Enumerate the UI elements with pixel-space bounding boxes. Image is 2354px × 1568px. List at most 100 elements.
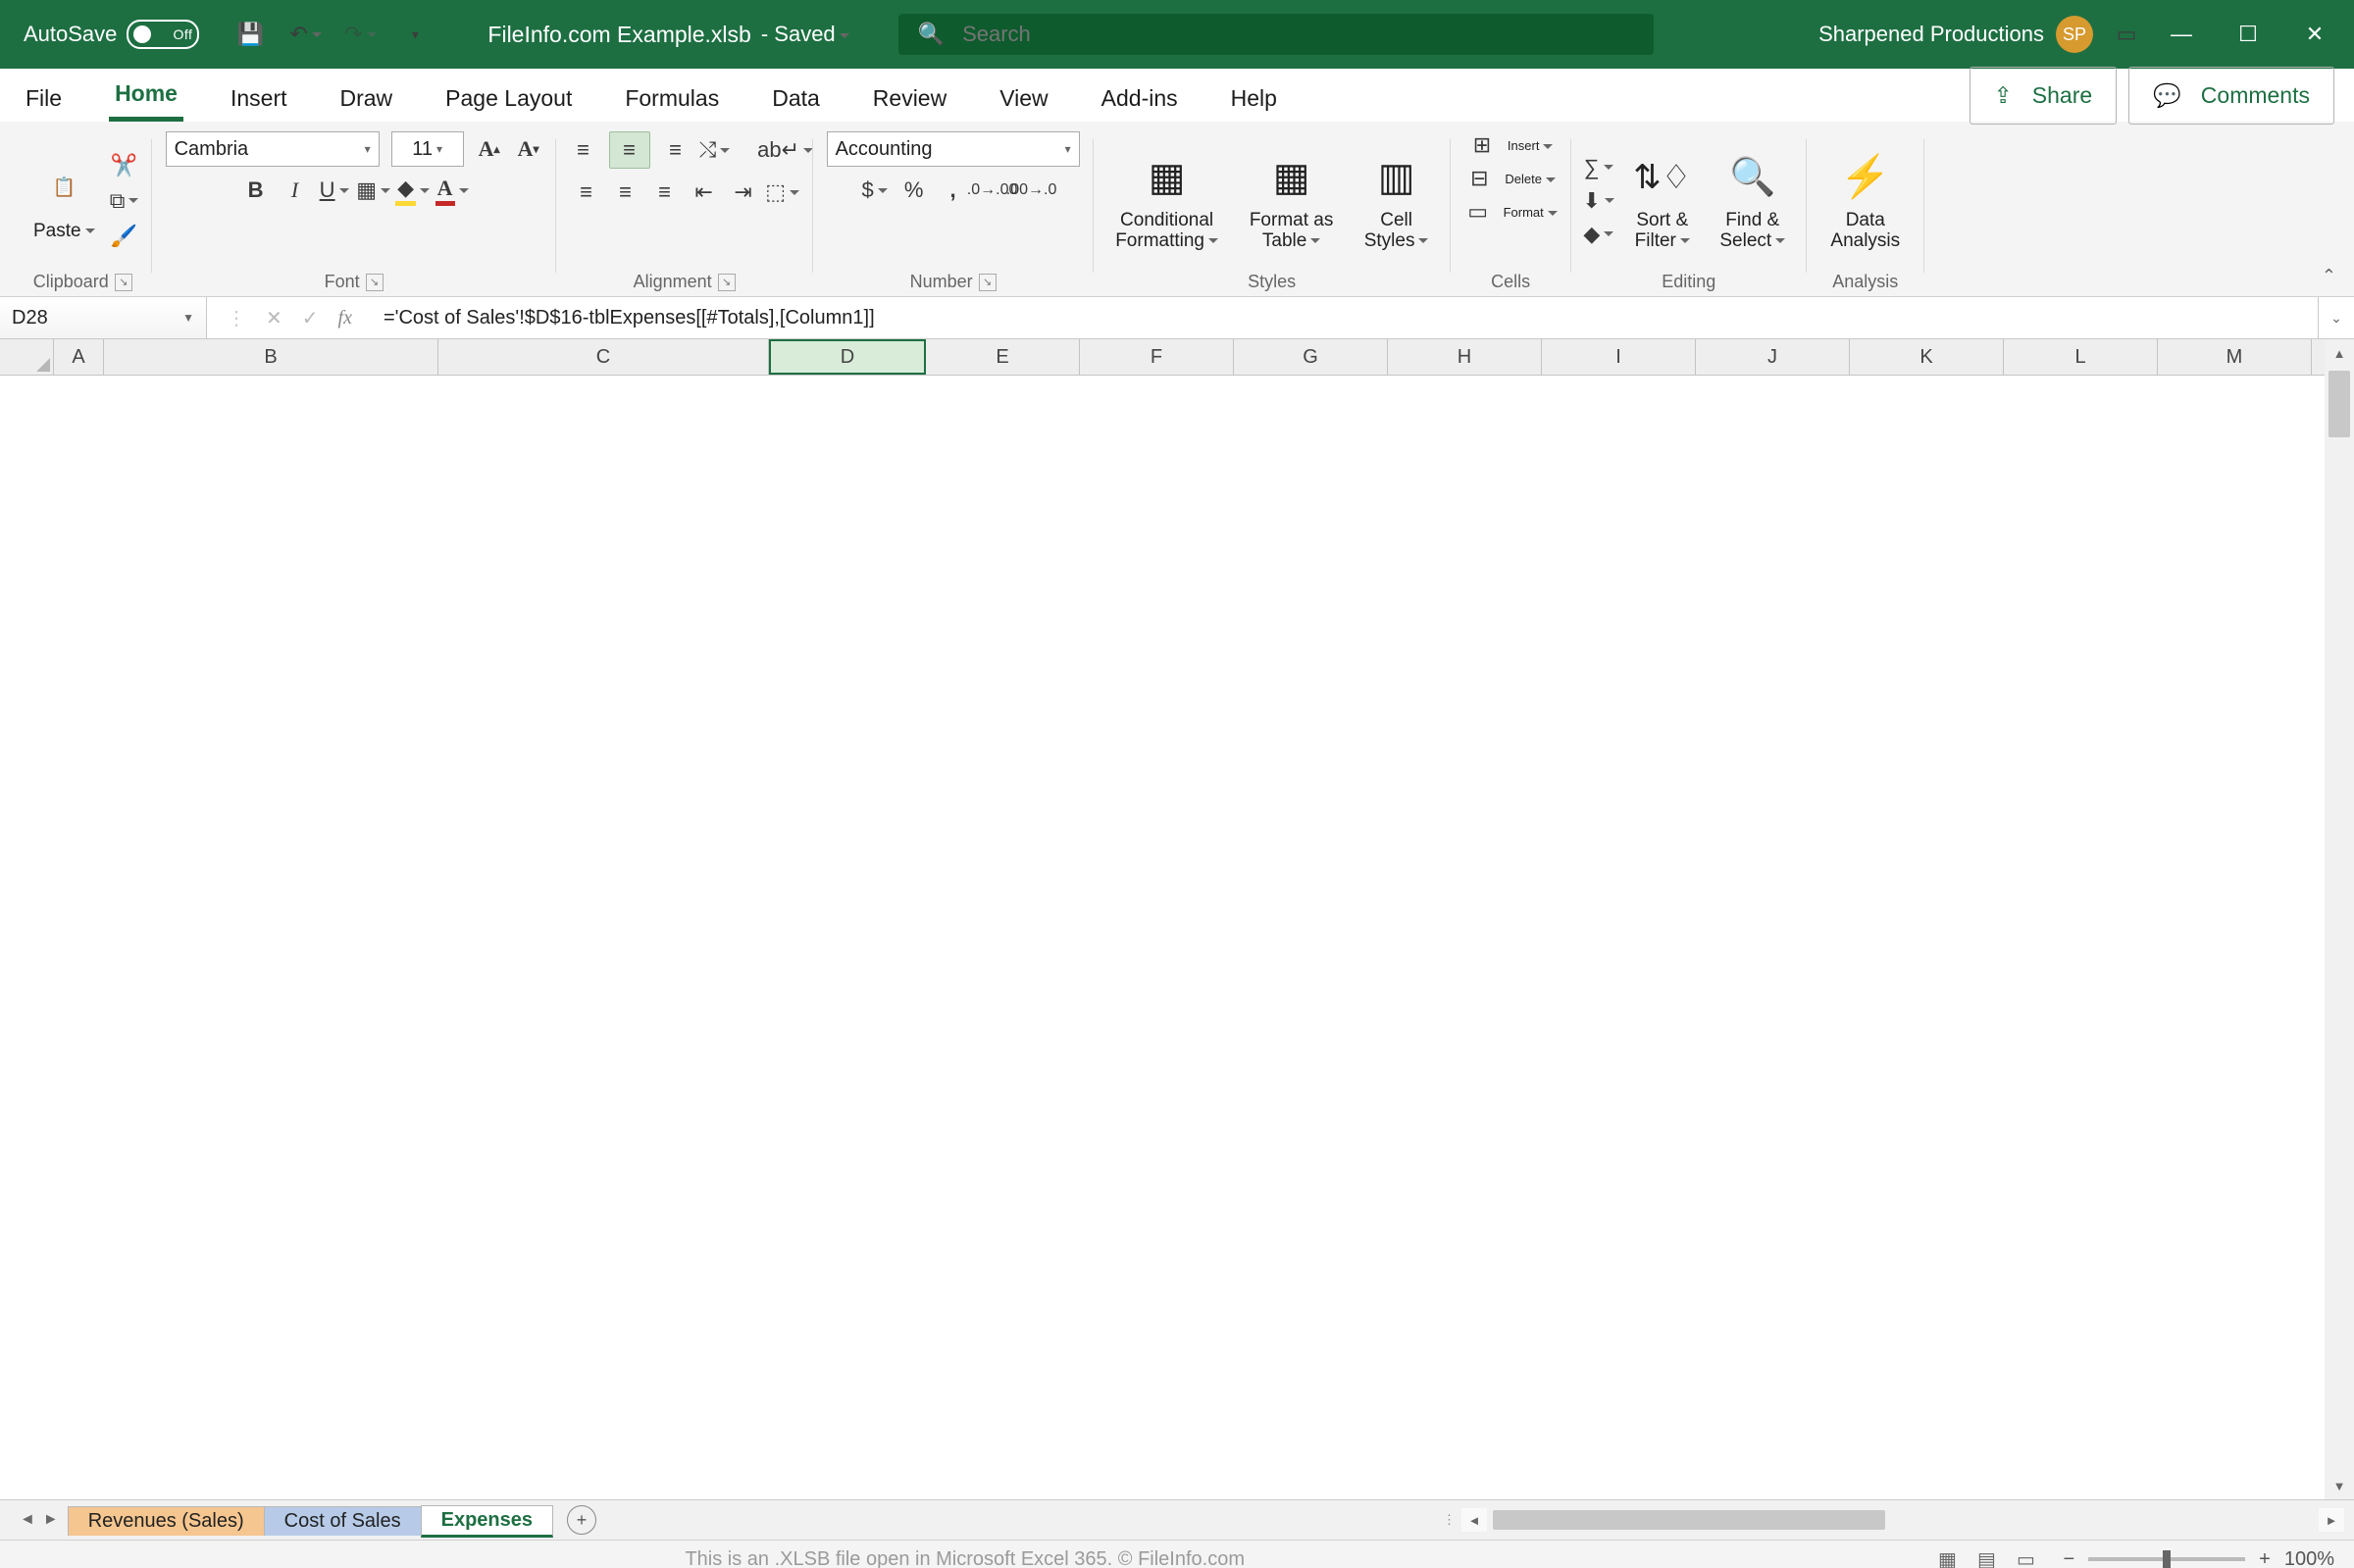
- hscroll-thumb[interactable]: [1493, 1510, 1885, 1530]
- merge-icon[interactable]: ⬚: [769, 178, 796, 206]
- copy-icon[interactable]: ⧉: [111, 187, 138, 215]
- column-header[interactable]: M: [2158, 339, 2312, 375]
- sheet-tab-expenses[interactable]: Expenses: [421, 1505, 553, 1538]
- number-format-combo[interactable]: Accounting▾: [827, 131, 1080, 167]
- hscroll-right-icon[interactable]: ►: [2319, 1513, 2344, 1528]
- document-title[interactable]: FileInfo.com Example.xlsb - Saved: [487, 22, 848, 48]
- align-center-icon[interactable]: ≡: [612, 178, 640, 206]
- tab-review[interactable]: Review: [867, 76, 952, 122]
- border-icon[interactable]: ▦: [360, 177, 387, 204]
- column-header[interactable]: D: [769, 339, 926, 375]
- sheet-tab-revenues[interactable]: Revenues (Sales): [68, 1506, 265, 1536]
- clipboard-dialog-icon[interactable]: ↘: [115, 274, 132, 291]
- alignment-dialog-icon[interactable]: ↘: [718, 274, 736, 291]
- tab-insert[interactable]: Insert: [225, 76, 293, 122]
- column-header[interactable]: A: [54, 339, 104, 375]
- vscroll-down-icon[interactable]: ▼: [2325, 1472, 2354, 1499]
- font-color-icon[interactable]: A: [438, 177, 466, 204]
- column-header[interactable]: J: [1696, 339, 1850, 375]
- column-header[interactable]: K: [1850, 339, 2004, 375]
- column-header[interactable]: L: [2004, 339, 2158, 375]
- column-header[interactable]: B: [104, 339, 438, 375]
- customize-qat-icon[interactable]: ▾: [401, 21, 429, 48]
- cut-icon[interactable]: ✂️: [111, 152, 138, 179]
- align-top-icon[interactable]: ≡: [570, 136, 597, 164]
- decrease-indent-icon[interactable]: ⇤: [691, 178, 718, 206]
- page-break-view-icon[interactable]: ▭: [2008, 1546, 2043, 1568]
- search-box[interactable]: 🔍: [898, 14, 1654, 55]
- underline-icon[interactable]: U: [321, 177, 348, 204]
- cell-styles-button[interactable]: ▥Cell Styles: [1356, 146, 1437, 256]
- percent-icon[interactable]: %: [900, 177, 928, 204]
- autosum-icon[interactable]: ∑: [1585, 154, 1612, 181]
- maximize-icon[interactable]: ☐: [2236, 23, 2260, 46]
- align-middle-icon[interactable]: ≡: [609, 131, 650, 169]
- decrease-decimal-icon[interactable]: .00→.0: [1018, 177, 1046, 204]
- find-select-button[interactable]: 🔍Find & Select: [1713, 146, 1793, 256]
- tab-addins[interactable]: Add-ins: [1096, 76, 1184, 122]
- align-right-icon[interactable]: ≡: [651, 178, 679, 206]
- align-left-icon[interactable]: ≡: [573, 178, 600, 206]
- tab-help[interactable]: Help: [1225, 76, 1283, 122]
- bold-icon[interactable]: B: [242, 177, 270, 204]
- conditional-formatting-button[interactable]: ▦Conditional Formatting: [1107, 146, 1227, 256]
- redo-icon[interactable]: ↷: [346, 21, 374, 48]
- delete-cells-button[interactable]: Delete: [1505, 172, 1556, 186]
- tab-file[interactable]: File: [20, 76, 68, 122]
- sheet-tab-cost[interactable]: Cost of Sales: [264, 1506, 422, 1536]
- paste-button[interactable]: 📋 Paste: [27, 156, 101, 246]
- vertical-scrollbar[interactable]: ▲▼: [2325, 339, 2354, 1499]
- increase-indent-icon[interactable]: ⇥: [730, 178, 757, 206]
- column-header[interactable]: C: [438, 339, 769, 375]
- column-header[interactable]: E: [926, 339, 1080, 375]
- comma-icon[interactable]: ,: [940, 177, 967, 204]
- ribbon-display-options-icon[interactable]: ▭: [2113, 21, 2140, 48]
- new-sheet-icon[interactable]: +: [567, 1505, 596, 1535]
- select-all-button[interactable]: [0, 339, 54, 376]
- minimize-icon[interactable]: —: [2170, 23, 2193, 46]
- sheet-nav-prev-icon[interactable]: ◄: [20, 1511, 35, 1529]
- column-header[interactable]: I: [1542, 339, 1696, 375]
- font-size-combo[interactable]: 11▾: [391, 131, 464, 167]
- fill-icon[interactable]: ⬇: [1585, 187, 1612, 215]
- font-name-combo[interactable]: Cambria▾: [166, 131, 380, 167]
- hscroll-left-icon[interactable]: ◄: [1461, 1513, 1487, 1528]
- sort-filter-button[interactable]: ⇅♢Sort & Filter: [1622, 146, 1703, 256]
- tab-draw[interactable]: Draw: [334, 76, 399, 122]
- insert-cells-button[interactable]: Insert: [1508, 138, 1554, 153]
- tab-page-layout[interactable]: Page Layout: [439, 76, 578, 122]
- format-cells-button[interactable]: Format: [1504, 205, 1558, 220]
- close-icon[interactable]: ✕: [2303, 23, 2327, 46]
- formula-input[interactable]: ='Cost of Sales'!$D$16-tblExpenses[[#Tot…: [372, 297, 2318, 338]
- vscroll-thumb[interactable]: [2328, 371, 2350, 437]
- increase-font-icon[interactable]: A▴: [476, 135, 503, 163]
- normal-view-icon[interactable]: ▦: [1929, 1546, 1965, 1568]
- zoom-control[interactable]: − + 100%: [2063, 1548, 2334, 1568]
- column-header[interactable]: F: [1080, 339, 1234, 375]
- format-painter-icon[interactable]: 🖌️: [111, 223, 138, 250]
- name-box[interactable]: D28▼: [0, 297, 207, 338]
- align-bottom-icon[interactable]: ≡: [662, 136, 690, 164]
- wrap-text-icon[interactable]: ab↵: [772, 136, 799, 164]
- page-layout-view-icon[interactable]: ▤: [1969, 1546, 2004, 1568]
- format-as-table-button[interactable]: ▦Format as Table: [1237, 146, 1347, 256]
- decrease-font-icon[interactable]: A▾: [515, 135, 542, 163]
- font-dialog-icon[interactable]: ↘: [366, 274, 384, 291]
- fill-color-icon[interactable]: ◆: [399, 177, 427, 204]
- orientation-icon[interactable]: ⤭: [701, 136, 729, 164]
- expand-formula-bar-icon[interactable]: ⌄: [2318, 297, 2354, 338]
- italic-icon[interactable]: I: [281, 177, 309, 204]
- tab-home[interactable]: Home: [109, 71, 183, 122]
- zoom-value[interactable]: 100%: [2284, 1548, 2334, 1568]
- autosave-toggle[interactable]: AutoSave Off: [24, 20, 199, 49]
- collapse-ribbon-icon[interactable]: ⌃: [2322, 266, 2336, 286]
- worksheet[interactable]: ABCDEFGHIJKLMN12345678910111213Tekworks …: [0, 339, 2354, 1499]
- horizontal-scrollbar[interactable]: ◄ ►: [1461, 1508, 2344, 1532]
- account-button[interactable]: Sharpened Productions SP: [1818, 16, 2093, 53]
- sheet-nav-next-icon[interactable]: ►: [43, 1511, 59, 1529]
- share-button[interactable]: ⇪Share: [1970, 67, 2118, 125]
- clear-icon[interactable]: ◆: [1585, 221, 1612, 248]
- data-analysis-button[interactable]: ⚡Data Analysis: [1820, 146, 1911, 256]
- tab-data[interactable]: Data: [766, 76, 826, 122]
- accounting-format-icon[interactable]: $: [861, 177, 889, 204]
